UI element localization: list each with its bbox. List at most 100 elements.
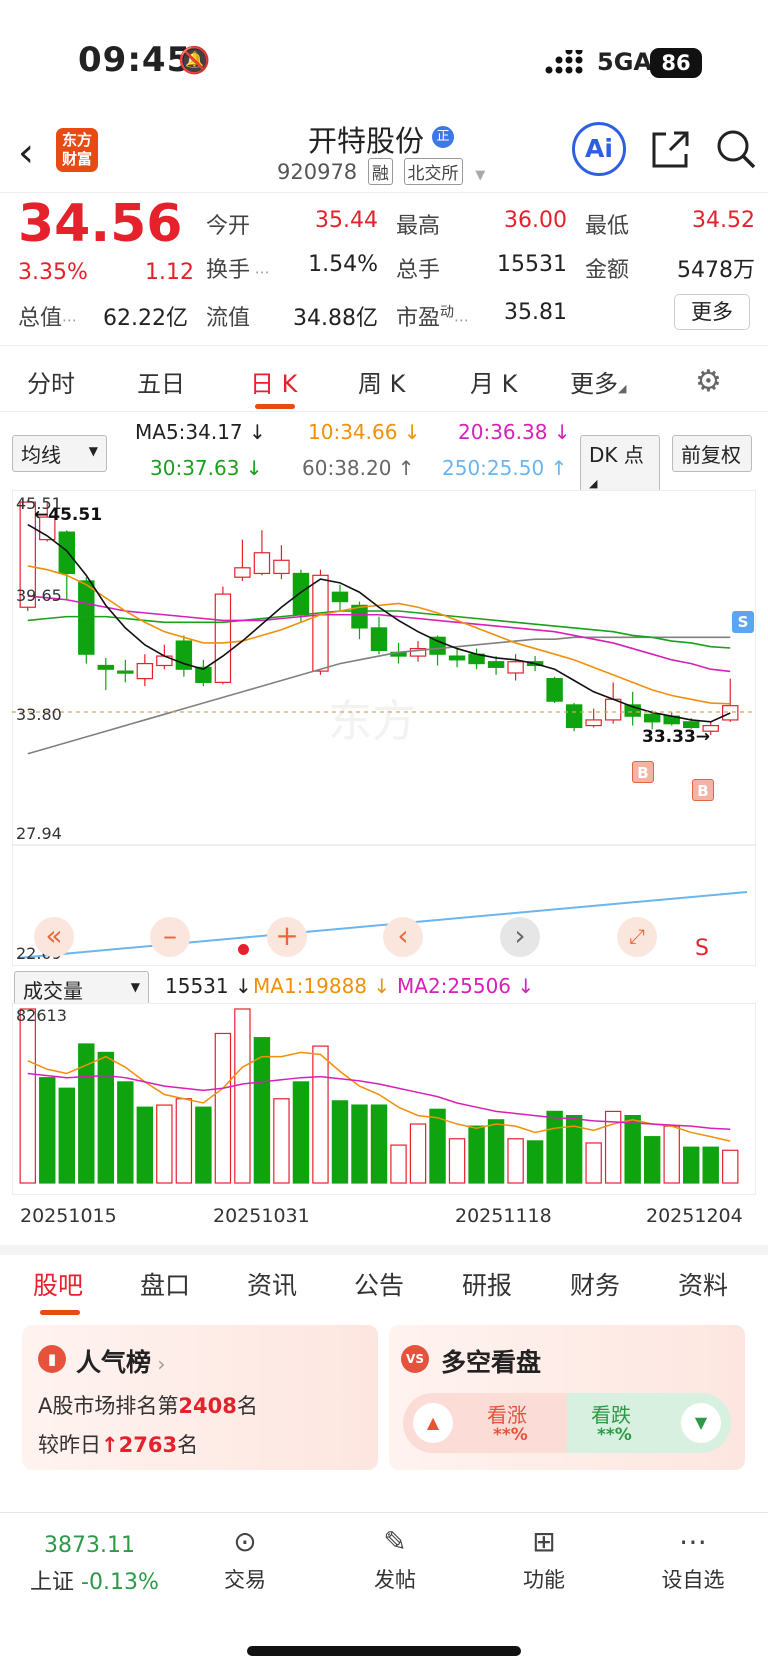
low-marker-value: 33.33 <box>642 727 696 747</box>
info-dots-icon[interactable]: ⋯ <box>62 311 77 329</box>
volume-bar <box>19 1008 36 1184</box>
next-arrow-icon[interactable]: › <box>500 917 540 957</box>
volume-bar <box>195 1106 212 1184</box>
bearish-button[interactable]: 看跌 **% ▼ <box>567 1393 731 1453</box>
ai-button[interactable]: Ai <box>572 122 626 176</box>
y-axis-bottom: 27.94 <box>16 824 62 843</box>
adjust-selector[interactable]: 前复权 <box>672 435 752 472</box>
more-button[interactable]: 更多 <box>674 294 750 330</box>
post-label: 发帖 <box>374 1568 416 1592</box>
ma60-legend: 60:38.20 ↑ <box>302 456 415 480</box>
tab-daily-k[interactable]: 日 K <box>250 364 297 399</box>
sell-marker[interactable]: S <box>732 611 754 633</box>
date-label: 20251015 <box>20 1205 117 1227</box>
tab-monthly-k[interactable]: 月 K <box>470 364 517 399</box>
candle <box>448 655 466 661</box>
bar-chart-icon: ▮ <box>38 1345 66 1373</box>
tab-research[interactable]: 研报 <box>462 1266 512 1302</box>
rank-prefix: A股市场排名第 <box>38 1394 179 1418</box>
bull-bear-card: VS 多空看盘 ▲ 看涨 **% 看跌 **% ▼ <box>389 1325 745 1470</box>
volume-legend: 15531 ↓ <box>165 974 252 998</box>
change-suffix: 名 <box>177 1433 199 1457</box>
high-value: 36.00 <box>504 208 567 233</box>
tab-order-book[interactable]: 盘口 <box>140 1266 190 1302</box>
open-value: 35.44 <box>315 208 378 233</box>
network-label: 5GA <box>597 48 652 76</box>
volume-bar <box>312 1045 329 1184</box>
post-tab[interactable]: ✎ 发帖 <box>340 1525 450 1594</box>
candle <box>234 567 251 578</box>
tab-five-day[interactable]: 五日 <box>137 364 185 399</box>
bull-bear-title: 多空看盘 <box>441 1348 542 1377</box>
volume-bar <box>39 1077 56 1184</box>
index-ticker[interactable]: 3873.11 上证 -0.13% <box>30 1533 170 1596</box>
candle <box>292 572 310 616</box>
bullish-percent: **% <box>493 1425 528 1445</box>
s-indicator[interactable]: S <box>695 936 709 961</box>
bearish-percent: **% <box>597 1425 632 1445</box>
tab-guba[interactable]: 股吧 <box>33 1266 83 1302</box>
buy-marker[interactable]: B <box>632 761 654 783</box>
yen-coin-icon: ⊙ <box>233 1525 257 1558</box>
bullish-button[interactable]: ▲ 看涨 **% <box>403 1393 567 1453</box>
indicator-selector[interactable]: 均线 ▼ <box>12 435 107 472</box>
candle <box>604 698 622 721</box>
rank-change-value: 2763 <box>118 1433 178 1457</box>
share-icon[interactable] <box>650 128 692 170</box>
candle <box>253 552 271 575</box>
volume-chart[interactable] <box>12 1003 756 1195</box>
volume-bar <box>156 1104 173 1184</box>
turnover-value: 1.54% <box>308 252 378 277</box>
buy-marker[interactable]: B <box>692 779 714 801</box>
volume-bar <box>585 1142 602 1184</box>
fullscreen-icon[interactable]: ⤢ <box>617 917 657 957</box>
stock-code-row[interactable]: 920978 融 北交所 ▼ <box>277 158 485 185</box>
pe-superscript: 动 <box>440 304 455 321</box>
tab-more[interactable]: 更多◢ <box>570 364 626 399</box>
add-watchlist-tab[interactable]: ⋯ 设自选 <box>638 1525 748 1594</box>
index-value: 3873.11 <box>44 1533 135 1558</box>
candle <box>722 705 739 721</box>
rank-value: 2408 <box>178 1394 237 1418</box>
zoom-in-button[interactable]: + <box>267 917 307 957</box>
dk-point-selector[interactable]: DK 点 ◢ <box>580 435 660 496</box>
index-change: -0.13% <box>81 1570 159 1595</box>
search-icon[interactable] <box>715 128 757 170</box>
functions-tab[interactable]: ⊞ 功能 <box>489 1525 599 1594</box>
dropdown-arrow-icon: ▼ <box>130 980 140 994</box>
pe-value: 35.81 <box>504 300 567 325</box>
rank-suffix: 名 <box>236 1394 258 1418</box>
quote-panel: 34.56 3.35% 1.12 今开 35.44 最高 36.00 最低 34… <box>0 194 768 346</box>
volume-bar <box>683 1146 700 1184</box>
tab-announcements[interactable]: 公告 <box>354 1266 404 1302</box>
candle <box>585 719 602 727</box>
change-prefix: 较昨日 <box>38 1433 101 1457</box>
tab-weekly-k[interactable]: 周 K <box>358 364 405 399</box>
tab-profile[interactable]: 资料 <box>678 1266 728 1302</box>
dropdown-triangle-icon: ▼ <box>475 168 486 183</box>
watermark: 东方 <box>328 697 416 746</box>
margin-tag: 融 <box>367 158 393 185</box>
info-dots-icon[interactable]: ⋯ <box>454 311 469 329</box>
tab-news[interactable]: 资讯 <box>247 1266 297 1302</box>
popularity-card[interactable]: ▮ 人气榜 › A股市场排名第2408名 较昨日↑2763名 <box>22 1325 378 1470</box>
turnover-label: 换手 ⋯ <box>206 252 270 284</box>
candle <box>546 678 563 702</box>
volume-bar <box>448 1138 466 1184</box>
info-dots-icon[interactable]: ⋯ <box>250 263 270 281</box>
logo-line-1: 东方 <box>61 131 92 149</box>
tab-intraday[interactable]: 分时 <box>27 364 75 399</box>
tab-finance[interactable]: 财务 <box>570 1266 620 1302</box>
back-arrow-icon[interactable]: ‹ <box>18 130 34 176</box>
candle <box>58 531 75 575</box>
volume-axis-top: 82613 <box>16 1006 67 1025</box>
volume-bar <box>468 1125 485 1184</box>
prev-arrow-icon[interactable]: ‹ <box>383 917 423 957</box>
volume-bar <box>722 1149 739 1184</box>
settings-gear-icon[interactable]: ⚙ <box>695 364 722 399</box>
rewind-icon[interactable]: « <box>34 917 74 957</box>
zoom-out-button[interactable]: – <box>150 917 190 957</box>
triangle-down-icon: ▼ <box>681 1403 721 1443</box>
trade-tab[interactable]: ⊙ 交易 <box>190 1525 300 1594</box>
dropdown-arrow-icon: ▼ <box>88 444 98 458</box>
